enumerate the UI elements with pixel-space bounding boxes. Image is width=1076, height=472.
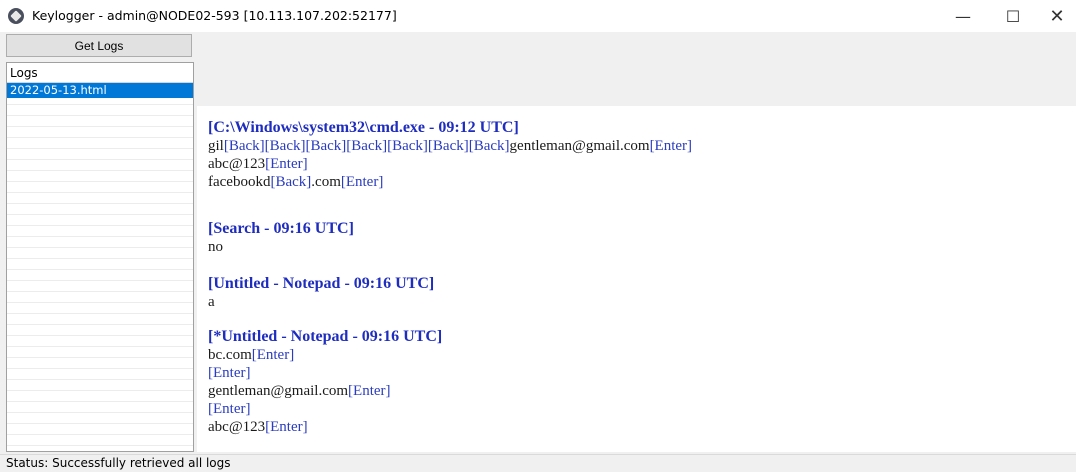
title-bar: Keylogger - admin@NODE02-593 [10.113.107… — [0, 0, 1076, 32]
typed-text: a — [208, 294, 215, 310]
typed-text: .com — [311, 174, 341, 190]
typed-text: abc@123 — [208, 419, 266, 435]
keystroke-tag: [Enter] — [265, 156, 308, 172]
log-block-title: [Search - 09:16 UTC] — [208, 220, 354, 237]
log-block: [Search - 09:16 UTC] no — [208, 219, 1066, 256]
keystroke-tag: [Enter] — [340, 174, 384, 190]
logs-listview[interactable]: Logs 2022-05-13.html — [6, 62, 194, 452]
typed-text: abc@123 — [208, 156, 266, 172]
log-block: [*Untitled - Notepad - 09:16 UTC] bc.com[… — [208, 327, 1066, 436]
window-title: Keylogger - admin@NODE02-593 [10.113.107… — [32, 8, 397, 23]
log-line: [Enter] — [208, 364, 1066, 382]
log-line: abc@123[Enter] — [208, 155, 1066, 173]
keystroke-tag: [Enter] — [208, 401, 251, 417]
typed-text: bc.com — [208, 347, 252, 363]
log-line: facebookd[Back].com[Enter] — [208, 173, 1066, 191]
log-line: gil[Back][Back][Back][Back][Back][Back][… — [208, 137, 1066, 155]
keystroke-tag: [Enter] — [348, 383, 391, 399]
keystroke-tag: [Back] — [346, 138, 388, 154]
log-line: bc.com[Enter] — [208, 346, 1066, 364]
log-line: [Enter] — [208, 400, 1066, 418]
log-block-title: [Untitled - Notepad - 09:16 UTC] — [208, 275, 435, 292]
log-line: abc@123[Enter] — [208, 418, 1066, 436]
close-button[interactable]: ✕ — [1034, 0, 1076, 32]
get-logs-button[interactable]: Get Logs — [6, 34, 192, 57]
keystroke-tag: [Enter] — [265, 419, 308, 435]
log-viewer[interactable]: [C:\Windows\system32\cmd.exe - 09:12 UTC… — [197, 106, 1076, 452]
keystroke-tag: [Back] — [387, 138, 428, 154]
keystroke-tag: [Enter] — [251, 347, 295, 363]
keystroke-tag: [Back] — [305, 138, 347, 154]
typed-text: facebookd — [208, 174, 271, 190]
keystroke-tag: [Back] — [223, 138, 265, 154]
logs-list[interactable]: 2022-05-13.html — [7, 83, 193, 451]
keystroke-tag: [Back] — [427, 138, 469, 154]
typed-text: no — [208, 239, 223, 255]
log-file-item[interactable]: 2022-05-13.html — [7, 83, 193, 98]
typed-text: gil — [208, 138, 224, 154]
keystroke-tag: [Back] — [468, 138, 510, 154]
typed-text: gentleman@gmail.com — [509, 138, 650, 154]
typed-text: gentleman@gmail.com — [208, 383, 349, 399]
log-line: no — [208, 238, 1066, 256]
log-block-title: [*Untitled - Notepad - 09:16 UTC] — [208, 328, 443, 345]
keystroke-tag: [Enter] — [649, 138, 693, 154]
status-bar: Status: Successfully retrieved all logs — [0, 454, 1076, 471]
log-line: a — [208, 293, 1066, 311]
app-icon — [8, 8, 24, 24]
keystroke-tag: [Enter] — [208, 365, 251, 381]
logs-column-header[interactable]: Logs — [7, 63, 193, 83]
minimize-button[interactable]: — — [940, 0, 986, 32]
log-block: [C:\Windows\system32\cmd.exe - 09:12 UTC… — [208, 118, 1066, 191]
log-content: [C:\Windows\system32\cmd.exe - 09:12 UTC… — [208, 106, 1066, 436]
maximize-button[interactable]: ☐ — [990, 0, 1036, 32]
keystroke-tag: [Back] — [270, 174, 312, 190]
log-block-title: [C:\Windows\system32\cmd.exe - 09:12 UTC… — [208, 119, 519, 136]
content-header-area — [197, 62, 1076, 106]
log-block: [Untitled - Notepad - 09:16 UTC] a — [208, 274, 1066, 311]
log-line: gentleman@gmail.com[Enter] — [208, 382, 1066, 400]
keystroke-tag: [Back] — [264, 138, 306, 154]
